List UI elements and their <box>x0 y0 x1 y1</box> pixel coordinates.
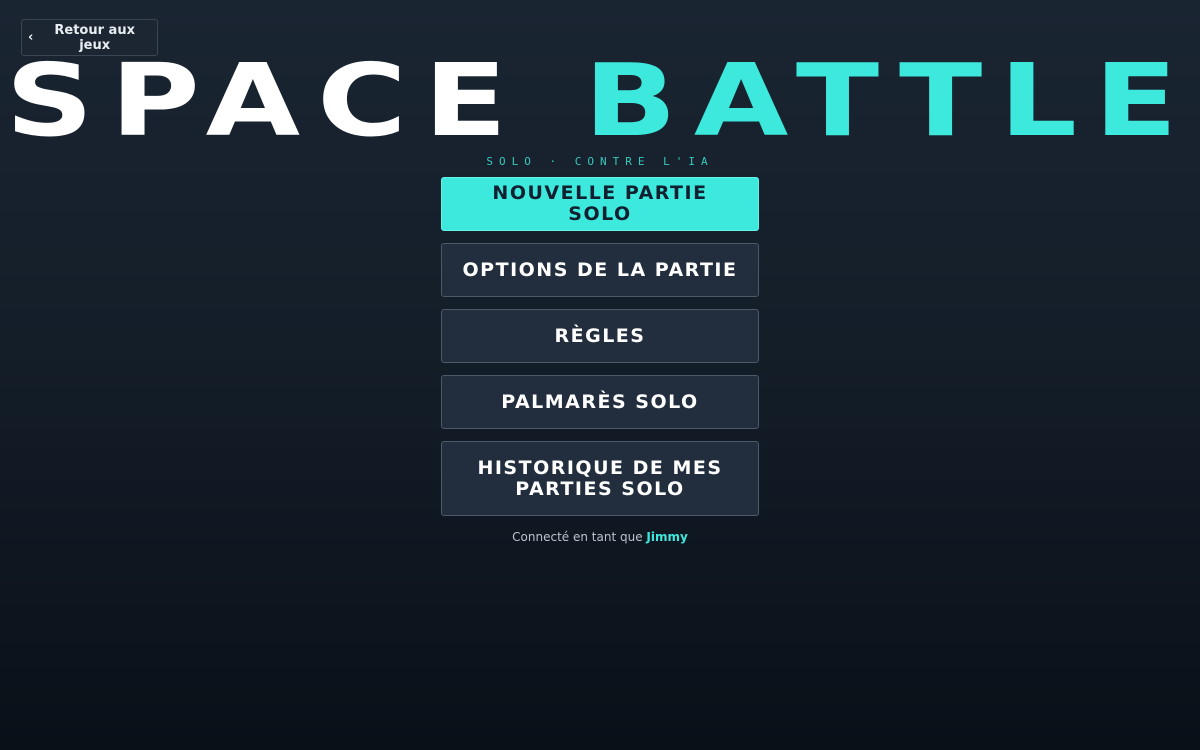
mode-subtitle: SOLO · CONTRE L'IA <box>486 155 714 168</box>
new-solo-game-button[interactable]: NOUVELLE PARTIE SOLO <box>441 177 759 231</box>
solo-leaderboard-button[interactable]: PALMARÈS SOLO <box>441 375 759 429</box>
login-status: Connecté en tant que Jimmy <box>0 530 1200 544</box>
game-title-space: SPACE <box>5 42 525 159</box>
main-menu: NOUVELLE PARTIE SOLO OPTIONS DE LA PARTI… <box>441 177 759 516</box>
login-prefix: Connecté en tant que <box>512 530 643 544</box>
game-title-battle: BATTLE <box>583 42 1195 159</box>
solo-history-button[interactable]: HISTORIQUE DE MES PARTIES SOLO <box>441 441 759 516</box>
rules-button[interactable]: RÈGLES <box>441 309 759 363</box>
game-title: SPACE BATTLE <box>0 46 1200 156</box>
game-options-button[interactable]: OPTIONS DE LA PARTIE <box>441 243 759 297</box>
username: Jimmy <box>646 530 688 544</box>
